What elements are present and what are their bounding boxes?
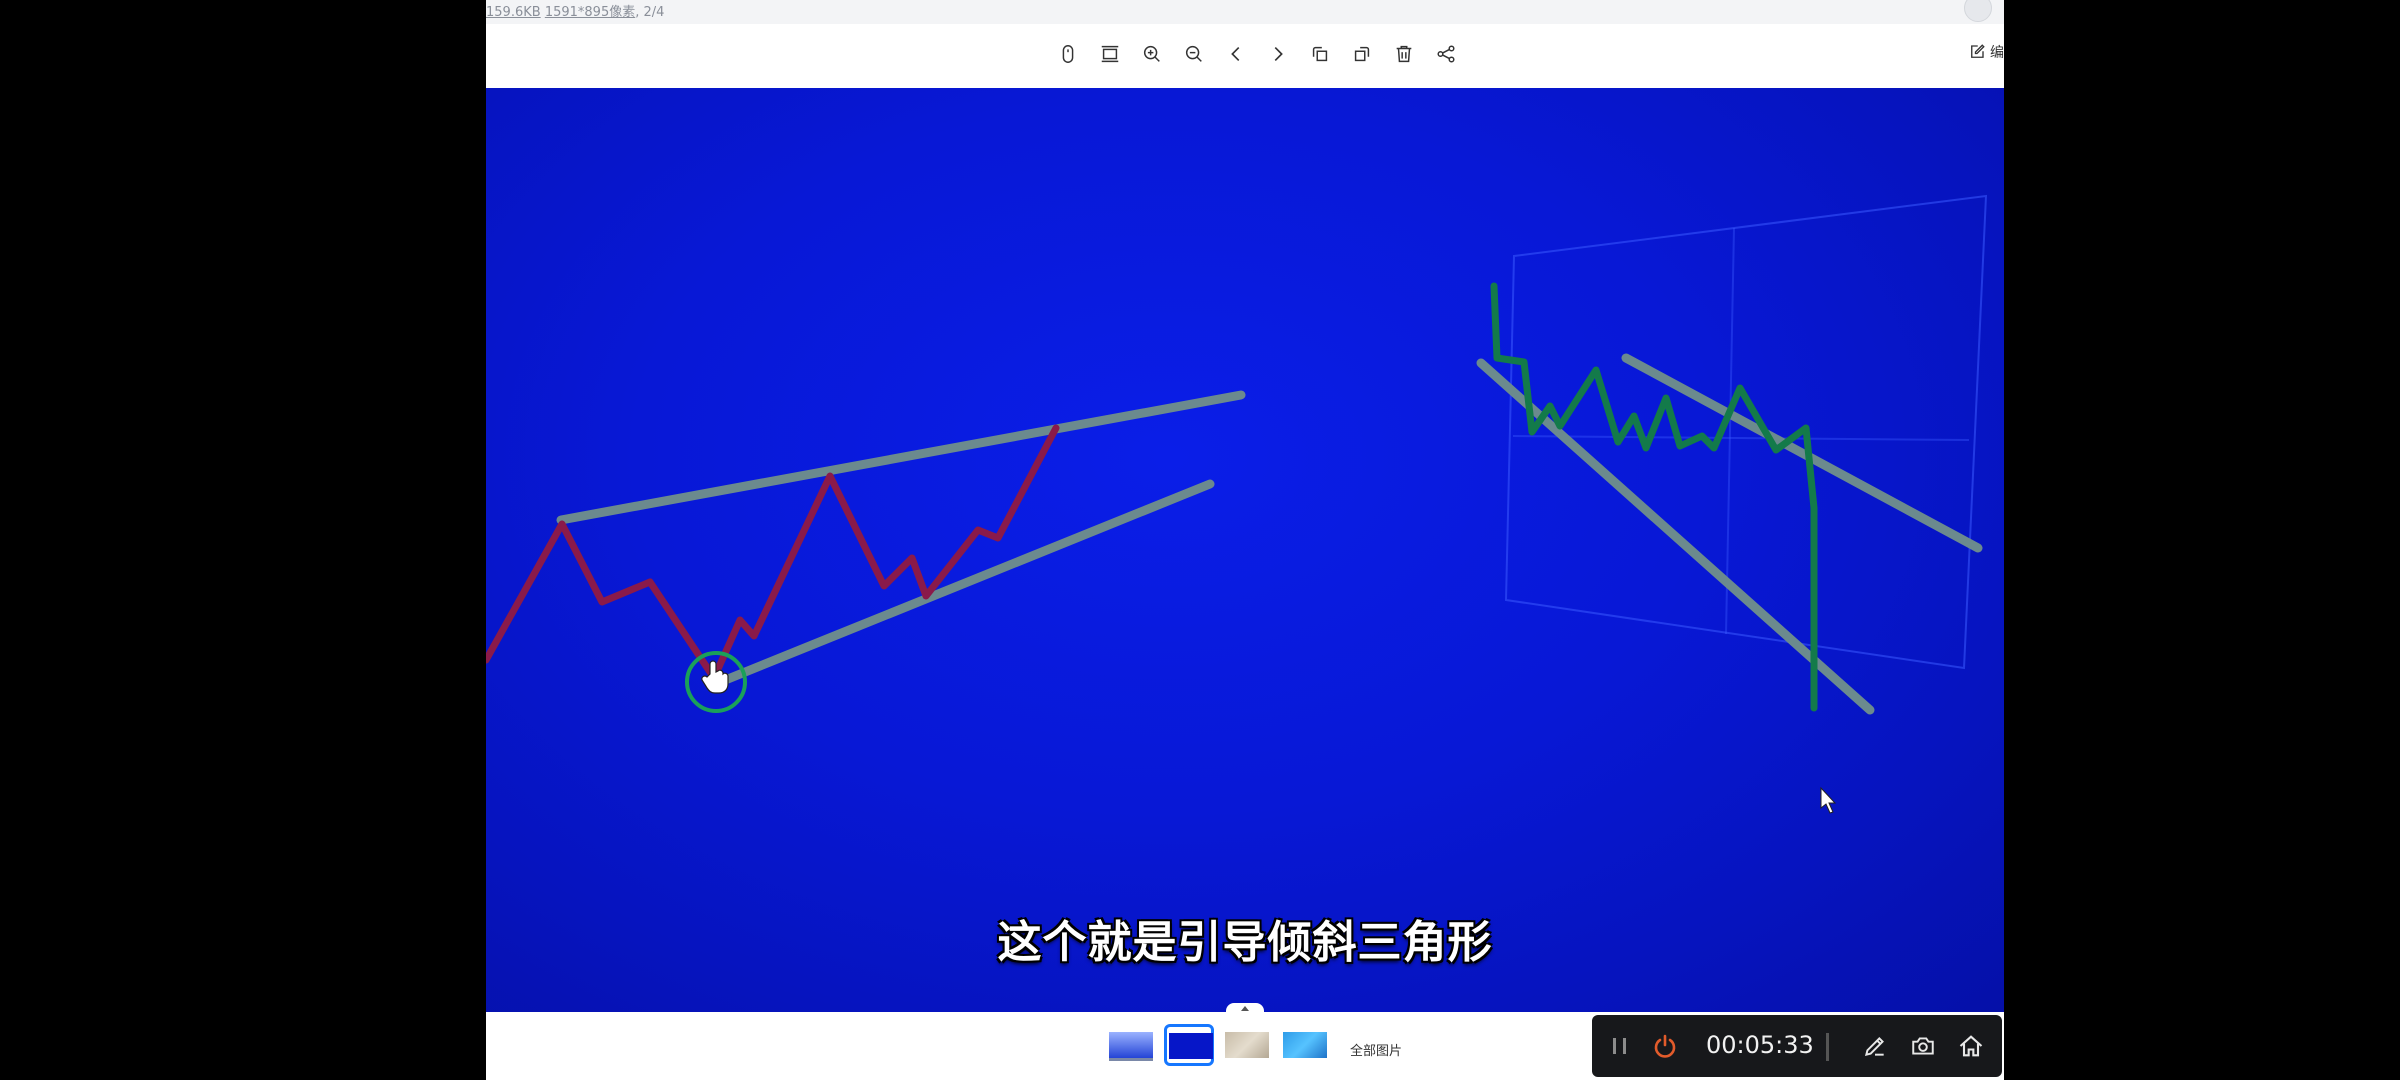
image-canvas: 这个就是引导倾斜三角形 — [486, 88, 2004, 1012]
upper-trendline-left — [556, 390, 1246, 525]
blue-triangle-thumbnail — [1169, 1033, 1213, 1059]
camera-icon[interactable] — [1906, 1029, 1940, 1063]
screen-recorder-panel: 00:05:33 — [1592, 1015, 2002, 1077]
home-icon[interactable] — [1954, 1029, 1988, 1063]
price-line-rising-wedge — [486, 424, 1060, 682]
delete-icon[interactable] — [1388, 38, 1420, 70]
viewer-toolbar: 编 — [486, 24, 2004, 89]
fit-screen-icon[interactable] — [1094, 38, 1126, 70]
recorder-divider — [1826, 1033, 1829, 1061]
edit-label: 编 — [1990, 45, 2004, 61]
thumbnail-4[interactable] — [1280, 1024, 1330, 1066]
laptop-blue-thumbnail — [1109, 1032, 1153, 1061]
thumbnail-1[interactable] — [1106, 1024, 1156, 1066]
recording-timer: 00:05:33 — [1706, 1031, 1814, 1059]
rotate-left-icon[interactable] — [1304, 38, 1336, 70]
page-counter: , 2/4 — [635, 5, 665, 20]
file-size: 159.6KB — [486, 5, 541, 20]
zoom-out-icon[interactable] — [1178, 38, 1210, 70]
lower-trendline-left — [713, 479, 1215, 688]
zoom-in-icon[interactable] — [1136, 38, 1168, 70]
image-viewer-window: 159.6KB 1591*895像素, 2/4 编 这个就是引导倾斜三角形 全部… — [486, 0, 2004, 1080]
mouse-icon[interactable] — [1052, 38, 1084, 70]
collapse-thumbnails-toggle[interactable] — [1226, 1003, 1264, 1015]
price-line-falling-wedge — [1490, 282, 1818, 712]
pause-icon[interactable] — [1606, 1029, 1634, 1063]
subtitle-caption: 这个就是引导倾斜三角形 — [997, 917, 1493, 968]
previous-icon[interactable] — [1220, 38, 1252, 70]
file-info: 159.6KB 1591*895像素, 2/4 — [486, 1, 664, 20]
thumbnail-3[interactable] — [1222, 1024, 1272, 1066]
beige-texture-thumbnail — [1225, 1032, 1269, 1058]
avatar[interactable] — [1964, 0, 1992, 22]
upper-trendline-right — [1621, 353, 1983, 553]
stop-icon[interactable] — [1648, 1029, 1682, 1063]
pen-icon[interactable] — [1858, 1029, 1892, 1063]
edit-icon — [1971, 44, 1985, 58]
share-icon[interactable] — [1430, 38, 1462, 70]
window-outline-divider-vertical — [1725, 227, 1735, 635]
file-info-bar: 159.6KB 1591*895像素, 2/4 — [486, 0, 2004, 24]
window-outline-divider — [1512, 435, 1970, 441]
next-icon[interactable] — [1262, 38, 1294, 70]
arrow-cursor-icon — [1820, 786, 1837, 814]
all-images-link[interactable]: 全部图片 — [1350, 1040, 1402, 1059]
windows-desktop-thumbnail — [1283, 1032, 1327, 1058]
rotate-right-icon[interactable] — [1346, 38, 1378, 70]
slide-drawing — [486, 194, 1988, 814]
image-dimensions: 1591*895像素 — [544, 5, 636, 20]
thumbnail-2[interactable] — [1164, 1024, 1214, 1066]
edit-button[interactable]: 编 — [1968, 36, 2004, 68]
